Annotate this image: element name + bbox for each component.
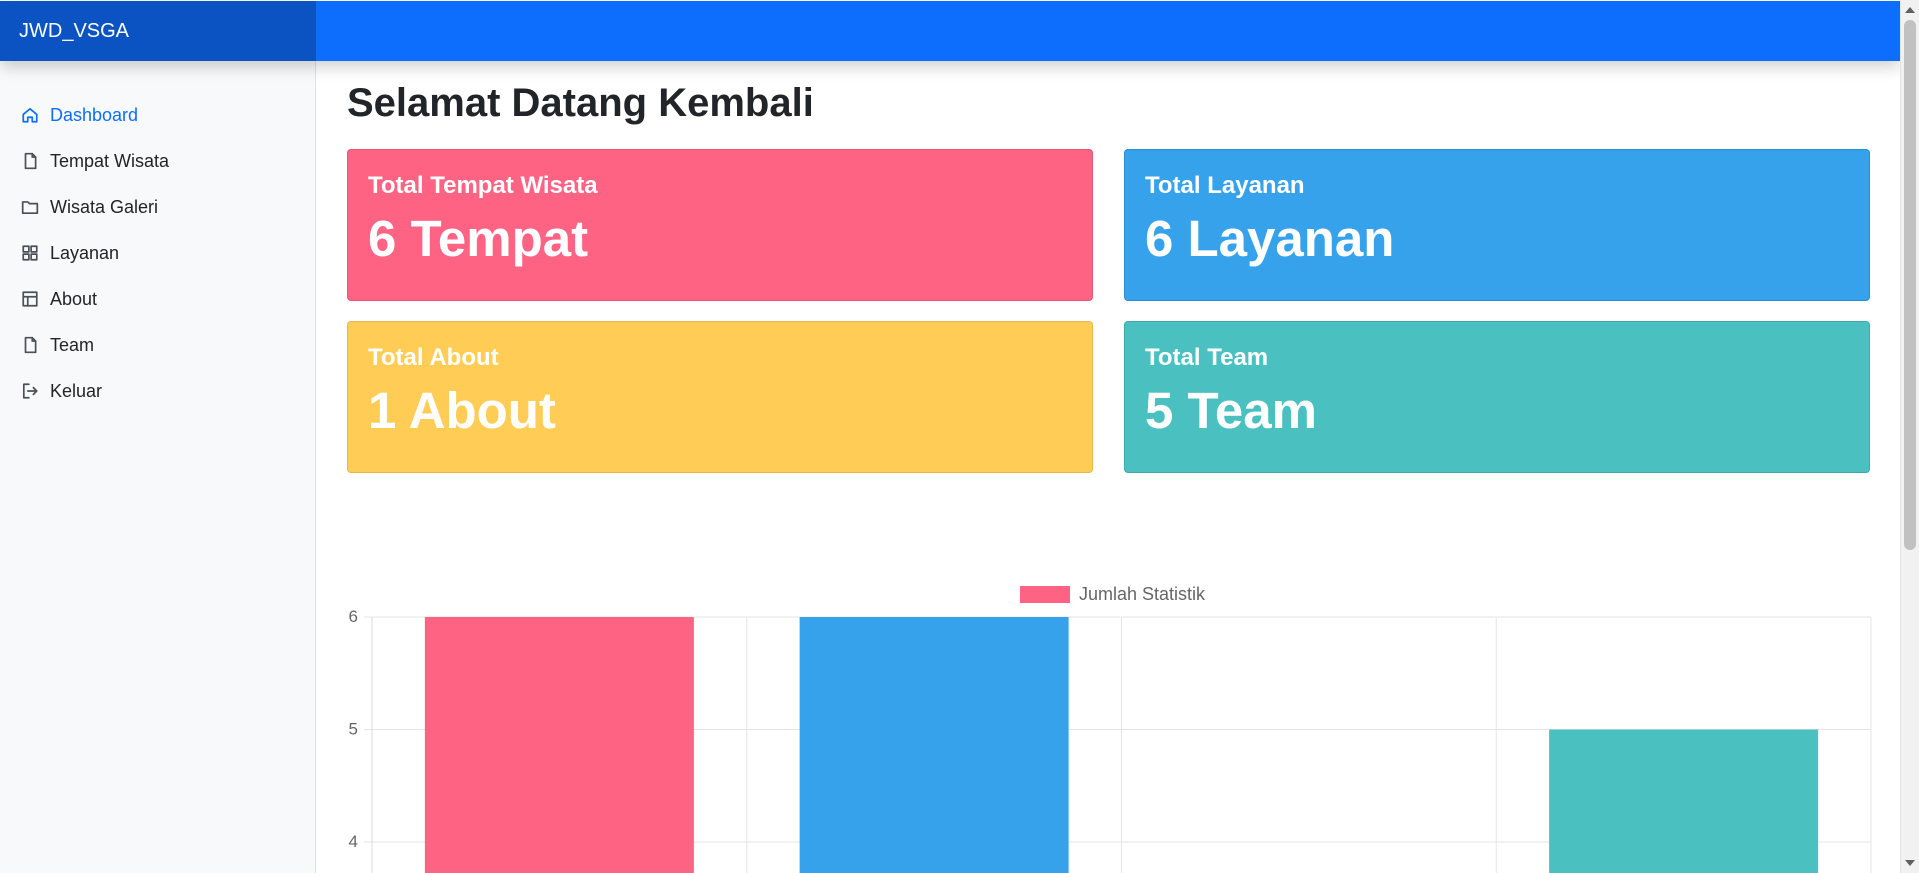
main-content: Selamat Datang Kembali Total Tempat Wisa…: [316, 61, 1900, 873]
stat-card-team: Total Team 5 Team: [1124, 321, 1870, 473]
home-icon: [20, 105, 40, 125]
sidebar-item-label: Layanan: [50, 242, 120, 263]
card-title: Total About: [368, 344, 499, 371]
file-icon: [20, 151, 40, 171]
sidebar-item-label: Keluar: [50, 380, 103, 401]
y-tick-label: 4: [349, 832, 358, 851]
stat-card-tempat-wisata: Total Tempat Wisata 6 Tempat: [347, 149, 1093, 301]
y-tick-label: 6: [349, 607, 358, 626]
stat-card-layanan: Total Layanan 6 Layanan: [1124, 149, 1870, 301]
y-tick-label: 5: [349, 720, 358, 739]
card-title: Total Layanan: [1145, 172, 1305, 199]
sidebar-item-tempat-wisata[interactable]: Tempat Wisata: [0, 138, 315, 184]
sidebar-item-label: Dashboard: [50, 104, 139, 125]
sidebar-item-label: Wisata Galeri: [50, 196, 159, 217]
card-value: 6 Layanan: [1145, 209, 1395, 267]
chart-bar: [424, 617, 694, 873]
vertical-scrollbar[interactable]: [1900, 0, 1919, 873]
sidebar-item-team[interactable]: Team: [0, 322, 315, 368]
file-icon: [20, 335, 40, 355]
bar-chart-svg: 6 5 4 Jumlah Statistik: [349, 584, 1872, 873]
sidebar-item-about[interactable]: About: [0, 276, 315, 322]
layout-icon: [20, 289, 40, 309]
sidebar-item-keluar[interactable]: Keluar: [0, 368, 315, 414]
app-window: JWD_VSGA Dashboard Tempat Wisata Wisata …: [0, 0, 1919, 873]
brand-link[interactable]: JWD_VSGA: [0, 1, 316, 61]
chart-bar: [799, 617, 1069, 873]
sidebar-item-wisata-galeri[interactable]: Wisata Galeri: [0, 184, 315, 230]
legend-swatch: [1020, 586, 1070, 603]
card-value: 6 Tempat: [368, 209, 589, 267]
grid-icon: [20, 243, 40, 263]
scrollbar-thumb[interactable]: [1904, 20, 1916, 550]
card-value: 5 Team: [1145, 381, 1317, 439]
sidebar-item-layanan[interactable]: Layanan: [0, 230, 315, 276]
chart-bar: [1549, 729, 1819, 873]
top-navbar: JWD_VSGA: [0, 1, 1900, 61]
sidebar-item-dashboard[interactable]: Dashboard: [0, 92, 315, 138]
sidebar-item-label: About: [50, 288, 98, 309]
page-title: Selamat Datang Kembali: [347, 81, 814, 125]
card-value: 1 About: [368, 381, 556, 439]
card-title: Total Tempat Wisata: [368, 172, 598, 199]
scroll-down-arrow-icon[interactable]: [1905, 860, 1915, 866]
folder-icon: [20, 197, 40, 217]
legend-label: Jumlah Statistik: [1079, 584, 1206, 604]
sidebar-item-label: Team: [50, 334, 95, 355]
stat-card-about: Total About 1 About: [347, 321, 1093, 473]
scroll-up-arrow-icon[interactable]: [1905, 7, 1915, 13]
logout-icon: [20, 381, 40, 401]
sidebar: Dashboard Tempat Wisata Wisata Galeri La…: [0, 61, 316, 873]
card-title: Total Team: [1145, 344, 1269, 371]
statistics-chart: 6 5 4 Jumlah Statistik: [316, 509, 1900, 873]
sidebar-item-label: Tempat Wisata: [50, 150, 170, 171]
